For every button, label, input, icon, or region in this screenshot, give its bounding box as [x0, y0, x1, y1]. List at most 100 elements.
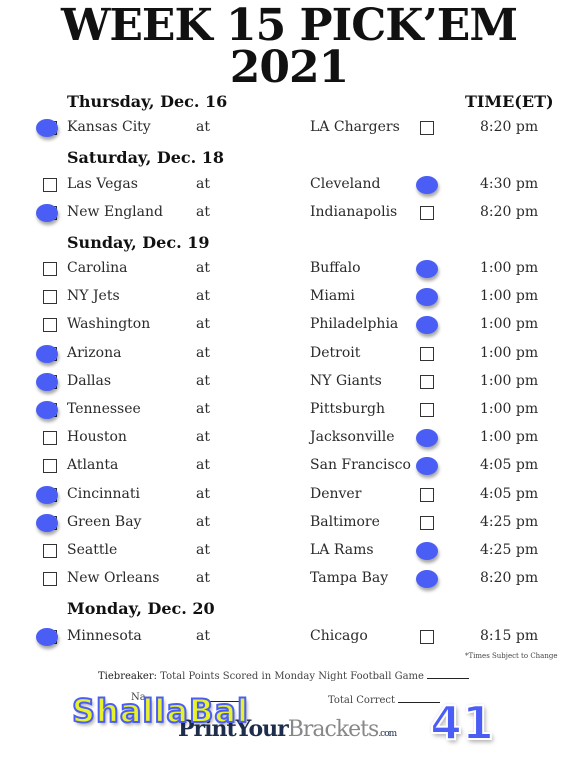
game-time: 1:00 pm [480, 288, 539, 305]
pick-marker-icon [36, 513, 58, 532]
away-team: NY Jets [67, 288, 120, 305]
game-time: 4:05 pm [480, 485, 539, 502]
game-row: NY Jets at Miami 1:00 pm [0, 286, 578, 308]
home-team: NY Giants [310, 372, 382, 389]
game-time: 8:20 pm [480, 570, 539, 587]
away-team: New England [67, 204, 163, 221]
home-team: Buffalo [310, 260, 361, 276]
home-team: Baltimore [310, 513, 380, 530]
pick-marker-icon [416, 457, 438, 476]
away-team: Kansas City [67, 119, 151, 135]
pick-marker-icon [416, 429, 438, 448]
game-time: 1:00 pm [480, 344, 539, 361]
away-team: New Orleans [67, 570, 160, 587]
at-label: at [196, 288, 210, 305]
home-pick-checkbox[interactable] [420, 346, 434, 361]
away-pick-checkbox[interactable] [43, 290, 57, 305]
away-pick-checkbox[interactable] [43, 318, 57, 333]
away-team: Cincinnati [67, 485, 141, 502]
home-pick-checkbox[interactable] [420, 121, 434, 135]
game-time: 8:20 pm [480, 204, 539, 221]
home-team: Jacksonville [310, 429, 395, 446]
at-label: at [196, 628, 210, 644]
game-row: Las Vegas at Cleveland 4:30 pm [0, 174, 578, 196]
score-overlay: 41 [429, 695, 495, 751]
home-pick-checkbox[interactable] [420, 630, 434, 644]
at-label: at [196, 316, 210, 333]
at-label: at [196, 176, 210, 192]
home-team: Detroit [310, 344, 361, 361]
home-team: LA Chargers [310, 119, 400, 135]
away-pick-checkbox[interactable] [43, 178, 57, 192]
at-label: at [196, 372, 210, 389]
home-team: Pittsburgh [310, 401, 385, 417]
pick-marker-icon [36, 344, 58, 363]
away-team: Tennessee [67, 401, 141, 417]
away-pick-checkbox[interactable] [43, 459, 57, 474]
game-time: 4:25 pm [480, 542, 539, 558]
game-row: New Orleans at Tampa Bay 8:20 pm [0, 568, 578, 590]
game-row: Atlanta at San Francisco 4:05 pm [0, 455, 578, 477]
at-label: at [196, 513, 210, 530]
home-team: Cleveland [310, 176, 381, 192]
game-row: Dallas at NY Giants 1:00 pm [0, 371, 578, 393]
away-team: Dallas [67, 372, 112, 389]
tiebreaker-text: Total Points Scored in Monday Night Foot… [160, 671, 424, 682]
total-correct: Total Correct [328, 692, 441, 706]
at-label: at [196, 570, 210, 587]
away-pick-checkbox[interactable] [43, 572, 57, 587]
away-team: Houston [67, 429, 127, 446]
game-row: Minnesota at Chicago 8:15 pm [0, 626, 578, 648]
away-team: Green Bay [67, 513, 142, 530]
home-team: Indianapolis [310, 204, 398, 221]
home-team: Tampa Bay [310, 570, 389, 587]
logo-part-3: .com [378, 729, 397, 739]
total-correct-label: Total Correct [328, 695, 396, 706]
at-label: at [196, 260, 210, 276]
at-label: at [196, 119, 210, 135]
game-time: 4:05 pm [480, 457, 539, 474]
tiebreaker: Tiebreaker: Total Points Scored in Monda… [98, 668, 470, 682]
pick-marker-icon [36, 628, 58, 646]
home-team: San Francisco [310, 457, 411, 474]
pick-marker-icon [416, 570, 438, 589]
away-team: Washington [67, 316, 151, 333]
home-pick-checkbox[interactable] [420, 515, 434, 530]
game-time: 4:25 pm [480, 513, 539, 530]
away-team: Arizona [67, 344, 122, 361]
home-pick-checkbox[interactable] [420, 487, 434, 502]
times-note: *Times Subject to Change [465, 652, 558, 660]
home-team: LA Rams [310, 542, 374, 558]
home-pick-checkbox[interactable] [420, 374, 434, 389]
time-column-header: TIME(ET) [465, 92, 554, 111]
day-header: Monday, Dec. 20 [67, 599, 215, 618]
home-pick-checkbox[interactable] [420, 206, 434, 221]
game-row: Carolina at Buffalo 1:00 pm [0, 258, 578, 280]
away-pick-checkbox[interactable] [43, 544, 57, 558]
at-label: at [196, 485, 210, 502]
home-team: Miami [310, 288, 355, 305]
game-row: Houston at Jacksonville 1:00 pm [0, 427, 578, 449]
pick-marker-icon [36, 372, 58, 391]
away-pick-checkbox[interactable] [43, 431, 57, 446]
game-row: Green Bay at Baltimore 4:25 pm [0, 512, 578, 534]
away-pick-checkbox[interactable] [43, 262, 57, 276]
game-time: 1:00 pm [480, 401, 539, 417]
pick-marker-icon [36, 485, 58, 504]
home-team: Denver [310, 485, 362, 502]
pick-marker-icon [416, 288, 438, 307]
at-label: at [196, 457, 210, 474]
tiebreaker-label: Tiebreaker: [98, 671, 157, 682]
at-label: at [196, 429, 210, 446]
home-pick-checkbox[interactable] [420, 403, 434, 417]
away-team: Atlanta [67, 457, 119, 474]
pick-marker-icon [416, 260, 438, 278]
game-time: 1:00 pm [480, 372, 539, 389]
tiebreaker-input-line[interactable] [427, 668, 470, 679]
away-team: Las Vegas [67, 176, 138, 192]
day-header: Saturday, Dec. 18 [67, 148, 225, 167]
game-row: Kansas City at LA Chargers 8:20 pm [0, 117, 578, 139]
game-row: Cincinnati at Denver 4:05 pm [0, 484, 578, 506]
game-time: 1:00 pm [480, 316, 539, 333]
logo-part-2: Brackets [287, 717, 380, 742]
